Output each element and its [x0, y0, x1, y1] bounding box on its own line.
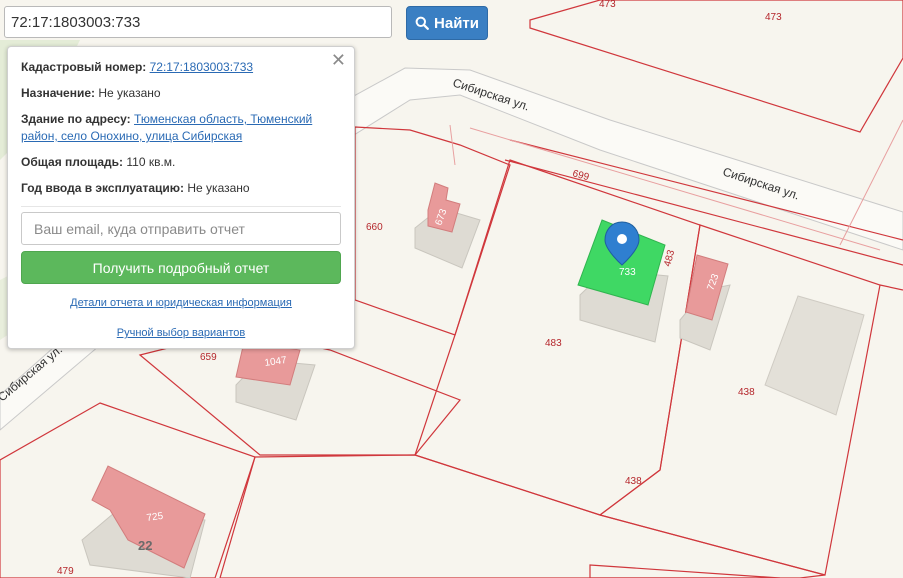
building-label: 733 [619, 267, 636, 278]
search-button-label: Найти [434, 14, 479, 32]
info-popup: ✕ Кадастровый номер: 72:17:1803003:733 Н… [7, 46, 355, 349]
purpose-value: Не указано [98, 86, 161, 100]
year-label: Год ввода в эксплуатацию: [21, 181, 185, 195]
search-input[interactable] [4, 6, 392, 38]
search-icon [415, 16, 429, 30]
parcel-label: 473 [599, 0, 616, 10]
address-label: Здание по адресу: [21, 112, 131, 126]
divider [21, 206, 341, 207]
purpose-label: Назначение: [21, 86, 96, 100]
cadastral-row: Кадастровый номер: 72:17:1803003:733 [21, 59, 340, 76]
area-label: Общая площадь: [21, 155, 124, 169]
get-report-button[interactable]: Получить подробный отчет [21, 251, 341, 284]
email-field[interactable] [21, 212, 341, 245]
cadastral-link[interactable]: 72:17:1803003:733 [150, 60, 253, 74]
area-value: 110 кв.м. [126, 155, 176, 169]
parcel-label: 438 [625, 476, 642, 487]
address-row: Здание по адресу: Тюменская область, Тюм… [21, 111, 340, 145]
parcel-label: 660 [366, 222, 383, 233]
area-row: Общая площадь: 110 кв.м. [21, 154, 340, 171]
manual-selection-link[interactable]: Ручной выбор вариантов [8, 327, 354, 339]
search-button[interactable]: Найти [406, 6, 488, 40]
parcel-label: 479 [57, 566, 74, 577]
report-details-link[interactable]: Детали отчета и юридическая информация [8, 297, 354, 309]
purpose-row: Назначение: Не указано [21, 85, 340, 102]
year-row: Год ввода в эксплуатацию: Не указано [21, 180, 340, 197]
year-value: Не указано [187, 181, 250, 195]
parcel-label: 483 [545, 338, 562, 349]
parcel-label: 659 [200, 352, 217, 363]
parcel-label: 473 [765, 12, 782, 23]
parcel-label: 438 [738, 387, 755, 398]
cadastral-label: Кадастровый номер: [21, 60, 147, 74]
house-number: 22 [138, 538, 152, 553]
